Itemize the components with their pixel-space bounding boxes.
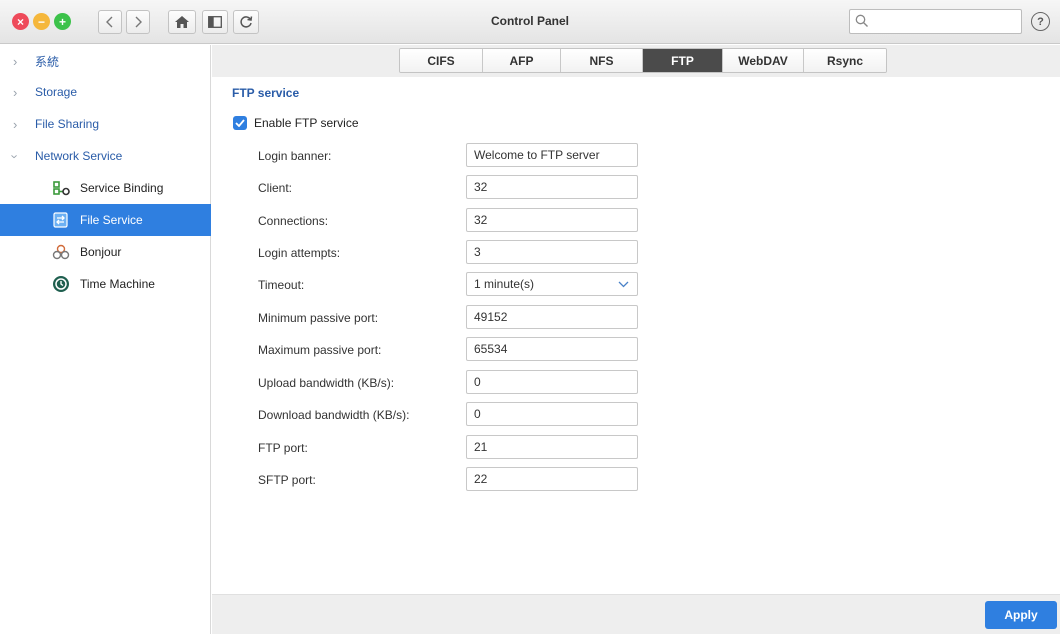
ftp-port-label: FTP port: [258, 441, 308, 455]
timeout-label: Timeout: [258, 278, 305, 292]
min-passive-port-input[interactable] [466, 305, 638, 329]
enable-ftp-row: Enable FTP service [233, 116, 359, 130]
connections-input[interactable] [466, 208, 638, 232]
upload-bandwidth-input[interactable] [466, 370, 638, 394]
login-attempts-row: Login attempts: [258, 240, 658, 266]
sidebar-item-label: Service Binding [80, 181, 164, 195]
section-title: FTP service [232, 86, 300, 100]
login-attempts-input[interactable] [466, 240, 638, 264]
download-bandwidth-row: Download bandwidth (KB/s): [258, 402, 658, 428]
tab-bar: CIFS AFP NFS FTP WebDAV Rsync [212, 45, 1060, 77]
ftp-port-input[interactable] [466, 435, 638, 459]
client-input[interactable] [466, 175, 638, 199]
tab-webdav[interactable]: WebDAV [723, 49, 804, 72]
sidebar-item-label: Storage [35, 85, 78, 99]
sidebar-item-file-service[interactable]: File Service [0, 204, 211, 236]
chevron-right-icon: › [13, 116, 18, 132]
sidebar-item-label: File Sharing [35, 117, 100, 131]
checkmark-icon [235, 119, 245, 127]
sidebar-item-service-binding[interactable]: Service Binding [0, 172, 211, 204]
apply-button[interactable]: Apply [985, 601, 1057, 629]
min-passive-port-row: Minimum passive port: [258, 305, 658, 331]
chevron-down-icon [618, 281, 629, 288]
footer-bar [212, 594, 1060, 634]
login-attempts-label: Login attempts: [258, 246, 341, 260]
tab-rsync[interactable]: Rsync [804, 49, 886, 72]
sidebar-item-label: Bonjour [80, 245, 122, 259]
login-banner-input[interactable] [466, 143, 638, 167]
client-row: Client: [258, 175, 658, 201]
sidebar-item-label: Network Service [35, 149, 123, 163]
sidebar-item-label: File Service [80, 213, 143, 227]
sidebar-item-label: Time Machine [80, 277, 155, 291]
connections-row: Connections: [258, 208, 658, 234]
sidebar-item-network-service[interactable]: › Network Service [0, 140, 211, 172]
tab-ftp[interactable]: FTP [643, 49, 723, 72]
upload-bandwidth-row: Upload bandwidth (KB/s): [258, 370, 658, 396]
download-bandwidth-input[interactable] [466, 402, 638, 426]
max-passive-port-input[interactable] [466, 337, 638, 361]
sftp-port-row: SFTP port: [258, 467, 658, 493]
sidebar-item-time-machine[interactable]: Time Machine [0, 268, 211, 300]
service-binding-icon [53, 181, 70, 196]
sidebar: › 系統 › Storage › File Sharing › Network … [0, 45, 211, 634]
sidebar-item-label: 系統 [35, 54, 60, 69]
tab-nfs[interactable]: NFS [561, 49, 643, 72]
enable-ftp-label: Enable FTP service [254, 116, 359, 130]
search-icon [855, 14, 868, 27]
tab-afp[interactable]: AFP [483, 49, 561, 72]
bonjour-icon [52, 244, 70, 260]
max-passive-port-label: Maximum passive port: [258, 343, 382, 357]
sftp-port-input[interactable] [466, 467, 638, 491]
enable-ftp-checkbox[interactable] [233, 116, 247, 130]
upload-bandwidth-label: Upload bandwidth (KB/s): [258, 376, 395, 390]
search-box[interactable] [849, 9, 1022, 34]
chevron-right-icon: › [13, 84, 18, 100]
time-machine-icon [53, 276, 69, 292]
help-icon[interactable]: ? [1031, 12, 1050, 31]
max-passive-port-row: Maximum passive port: [258, 337, 658, 363]
client-label: Client: [258, 181, 293, 195]
login-banner-row: Login banner: [258, 143, 658, 169]
tab-group: CIFS AFP NFS FTP WebDAV Rsync [399, 48, 887, 73]
sidebar-item-system[interactable]: › 系統 [0, 45, 211, 77]
chevron-down-icon: › [7, 153, 23, 159]
timeout-selected-value: 1 minute(s) [474, 277, 535, 291]
sftp-port-label: SFTP port: [258, 473, 316, 487]
min-passive-port-label: Minimum passive port: [258, 311, 379, 325]
sidebar-item-storage[interactable]: › Storage [0, 76, 211, 108]
sidebar-item-bonjour[interactable]: Bonjour [0, 236, 211, 268]
chevron-right-icon: › [13, 53, 18, 69]
title-bar: × − + Control Panel ? [0, 0, 1060, 44]
download-bandwidth-label: Download bandwidth (KB/s): [258, 408, 410, 422]
ftp-port-row: FTP port: [258, 435, 658, 461]
connections-label: Connections: [258, 214, 329, 228]
sidebar-item-file-sharing[interactable]: › File Sharing [0, 108, 211, 140]
tab-cifs[interactable]: CIFS [400, 49, 483, 72]
file-service-icon [53, 212, 68, 228]
login-banner-label: Login banner: [258, 149, 332, 163]
timeout-row: Timeout: 1 minute(s) [258, 272, 658, 298]
timeout-select[interactable]: 1 minute(s) [466, 272, 638, 296]
